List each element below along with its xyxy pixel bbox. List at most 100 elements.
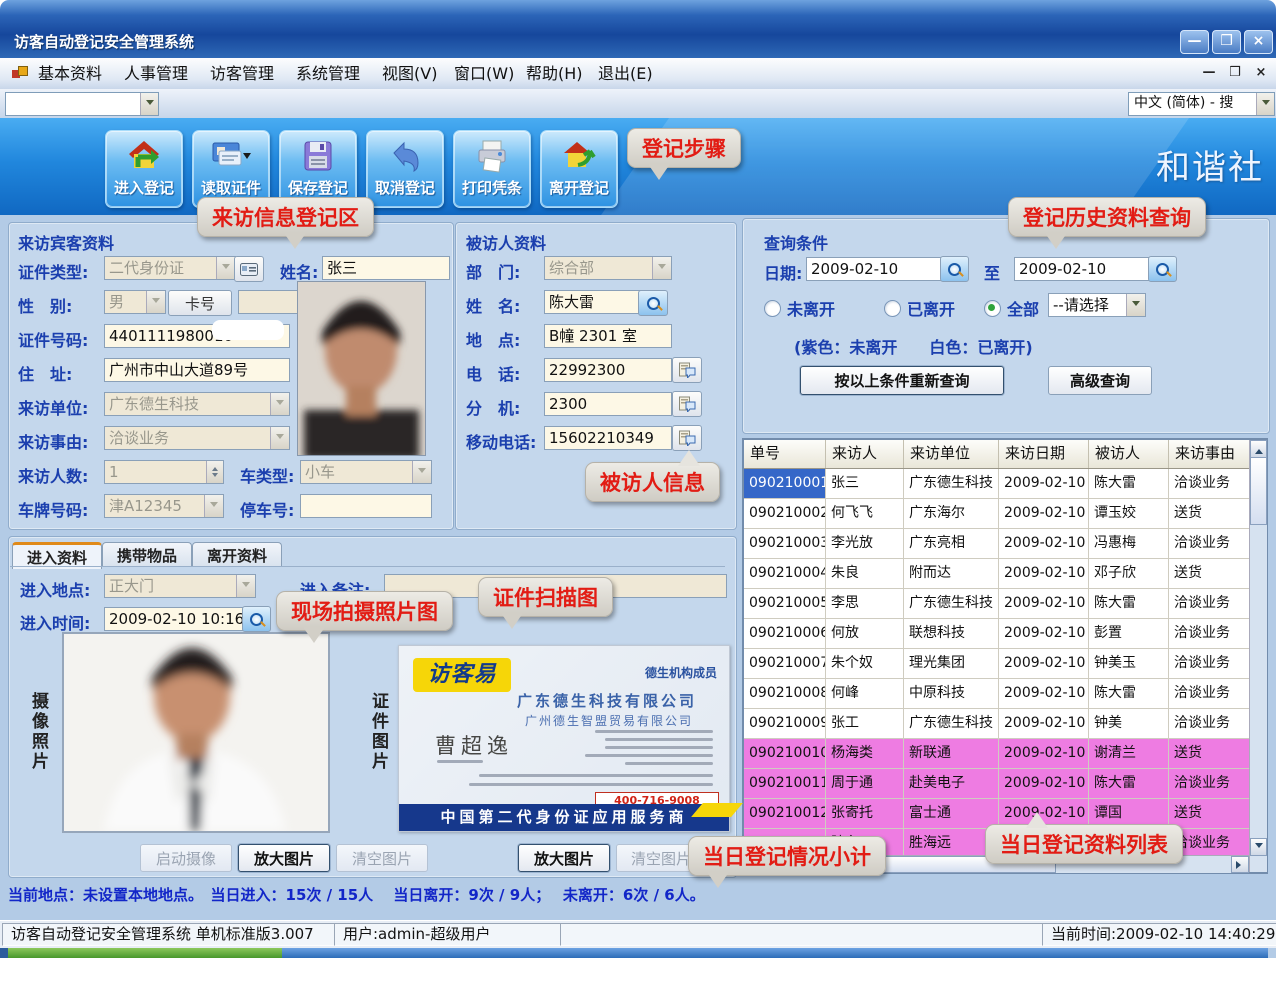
table-header-cell[interactable]: 来访单位 bbox=[904, 440, 999, 468]
table-cell[interactable]: 090210001 bbox=[744, 469, 826, 498]
language-select[interactable]: 中文 (简体) - 搜 bbox=[1128, 92, 1275, 116]
print-ticket-button[interactable]: 打印凭条 bbox=[453, 130, 531, 208]
table-cell[interactable]: 洽谈业务 bbox=[1169, 469, 1253, 498]
table-cell[interactable]: 洽谈业务 bbox=[1169, 589, 1253, 618]
mdi-minimize-button[interactable]: — bbox=[1198, 64, 1220, 83]
parking-field[interactable] bbox=[300, 494, 432, 518]
date-to-field[interactable]: 2009-02-10 bbox=[1014, 257, 1152, 281]
table-cell[interactable]: 2009-02-10 bbox=[999, 499, 1089, 528]
minimize-button[interactable]: — bbox=[1180, 30, 1209, 54]
menu-item-exit[interactable]: 退出(E) bbox=[592, 63, 659, 84]
table-header-cell[interactable]: 来访事由 bbox=[1169, 440, 1253, 468]
cancel-register-button[interactable]: 取消登记 bbox=[366, 130, 444, 208]
table-cell[interactable]: 联想科技 bbox=[904, 619, 999, 648]
table-cell[interactable]: 090210012 bbox=[744, 799, 826, 828]
entry-time-field[interactable]: 2009-02-10 10:16 bbox=[104, 607, 246, 631]
table-cell[interactable]: 新联通 bbox=[904, 739, 999, 768]
table-row[interactable]: 090210010杨海类新联通2009-02-10谢清兰送货 bbox=[744, 739, 1266, 769]
visitor-name-field[interactable]: 张三 bbox=[322, 256, 450, 280]
start-camera-button[interactable]: 启动摄像 bbox=[140, 844, 232, 872]
table-header-cell[interactable]: 被访人 bbox=[1089, 440, 1169, 468]
reason-select[interactable]: 洽谈业务 bbox=[104, 426, 290, 450]
table-cell[interactable]: 陈大雷 bbox=[1089, 589, 1169, 618]
table-row[interactable]: 090210007朱个奴理光集团2009-02-10钟美玉洽谈业务 bbox=[744, 649, 1266, 679]
cert-type-select[interactable]: 二代身份证 bbox=[104, 256, 236, 280]
table-cell[interactable]: 陈大雷 bbox=[1089, 679, 1169, 708]
table-cell[interactable]: 彭置 bbox=[1089, 619, 1169, 648]
table-cell[interactable]: 赴美电子 bbox=[904, 769, 999, 798]
table-cell[interactable]: 送货 bbox=[1169, 799, 1253, 828]
chevron-down-icon[interactable] bbox=[204, 495, 223, 517]
table-cell[interactable]: 2009-02-10 bbox=[999, 709, 1089, 738]
table-cell[interactable]: 钟美玉 bbox=[1089, 649, 1169, 678]
table-cell[interactable]: 2009-02-10 bbox=[999, 589, 1089, 618]
chevron-down-icon[interactable] bbox=[652, 257, 671, 279]
table-header-cell[interactable]: 单号 bbox=[744, 440, 826, 468]
table-cell[interactable]: 090210007 bbox=[744, 649, 826, 678]
table-cell[interactable]: 洽谈业务 bbox=[1169, 649, 1253, 678]
table-cell[interactable]: 冯惠梅 bbox=[1089, 529, 1169, 558]
menu-item-hr[interactable]: 人事管理 bbox=[118, 63, 194, 84]
scroll-right-button[interactable] bbox=[1231, 856, 1249, 873]
table-cell[interactable]: 090210009 bbox=[744, 709, 826, 738]
mdi-close-button[interactable]: × bbox=[1250, 64, 1272, 83]
table-cell[interactable]: 邓子欣 bbox=[1089, 559, 1169, 588]
visitor-count-stepper[interactable]: 1 bbox=[104, 460, 224, 484]
table-cell[interactable]: 2009-02-10 bbox=[999, 739, 1089, 768]
plate-select[interactable]: 津A12345 bbox=[104, 494, 224, 518]
tel-field[interactable]: 22992300 bbox=[544, 358, 672, 382]
entry-time-picker-button[interactable] bbox=[242, 606, 271, 632]
chevron-down-icon[interactable] bbox=[1256, 93, 1274, 115]
clear-photo-button[interactable]: 清空图片 bbox=[336, 844, 428, 872]
card-reader-button[interactable] bbox=[234, 256, 264, 282]
chevron-down-icon[interactable] bbox=[146, 291, 165, 313]
requery-button[interactable]: 按以上条件重新查询 bbox=[800, 366, 1004, 395]
restore-button[interactable]: ❒ bbox=[1212, 30, 1241, 54]
table-cell[interactable]: 2009-02-10 bbox=[999, 529, 1089, 558]
table-cell[interactable]: 杨海类 bbox=[826, 739, 904, 768]
table-cell[interactable]: 洽谈业务 bbox=[1169, 529, 1253, 558]
table-cell[interactable]: 送货 bbox=[1169, 559, 1253, 588]
tab-entry-info[interactable]: 进入资料 bbox=[12, 542, 102, 569]
menu-item-window[interactable]: 窗口(W) bbox=[448, 63, 520, 84]
menu-item-basic[interactable]: 基本资料 bbox=[32, 63, 108, 84]
table-header-cell[interactable]: 来访人 bbox=[826, 440, 904, 468]
table-cell[interactable]: 广东德生科技 bbox=[904, 589, 999, 618]
table-cell[interactable]: 广东德生科技 bbox=[904, 469, 999, 498]
mdi-restore-button[interactable]: ❒ bbox=[1224, 64, 1246, 83]
tab-carried-items[interactable]: 携带物品 bbox=[102, 542, 192, 567]
visited-name-field[interactable]: 陈大雷 bbox=[544, 290, 642, 314]
table-row[interactable]: 090210005李思广东德生科技2009-02-10陈大雷洽谈业务 bbox=[744, 589, 1266, 619]
tab-leave-info[interactable]: 离开资料 bbox=[192, 542, 282, 567]
table-cell[interactable]: 附而达 bbox=[904, 559, 999, 588]
table-cell[interactable]: 广东德生科技 bbox=[904, 709, 999, 738]
table-cell[interactable]: 李思 bbox=[826, 589, 904, 618]
table-cell[interactable]: 中原科技 bbox=[904, 679, 999, 708]
table-cell[interactable]: 090210011 bbox=[744, 769, 826, 798]
table-cell[interactable]: 090210008 bbox=[744, 679, 826, 708]
menu-item-visitor[interactable]: 访客管理 bbox=[204, 63, 280, 84]
table-cell[interactable]: 2009-02-10 bbox=[999, 649, 1089, 678]
table-cell[interactable]: 洽谈业务 bbox=[1169, 769, 1253, 798]
radio-all[interactable]: 全部 bbox=[984, 296, 1039, 320]
table-row[interactable]: 090210003李光放广东亮相2009-02-10冯惠梅洽谈业务 bbox=[744, 529, 1266, 559]
table-cell[interactable]: 理光集团 bbox=[904, 649, 999, 678]
table-row[interactable]: 090210011周于通赴美电子2009-02-10陈大雷洽谈业务 bbox=[744, 769, 1266, 799]
table-row[interactable]: 090210002何飞飞广东海尔2009-02-10谭玉姣送货 bbox=[744, 499, 1266, 529]
table-cell[interactable]: 090210004 bbox=[744, 559, 826, 588]
chevron-down-icon[interactable] bbox=[270, 393, 289, 415]
table-cell[interactable]: 富士通 bbox=[904, 799, 999, 828]
table-cell[interactable]: 广东亮相 bbox=[904, 529, 999, 558]
table-cell[interactable]: 何飞飞 bbox=[826, 499, 904, 528]
chevron-down-icon[interactable] bbox=[412, 461, 431, 483]
table-cell[interactable]: 洽谈业务 bbox=[1169, 709, 1253, 738]
chevron-down-icon[interactable] bbox=[270, 427, 289, 449]
table-cell[interactable]: 朱个奴 bbox=[826, 649, 904, 678]
table-cell[interactable]: 张寄托 bbox=[826, 799, 904, 828]
car-type-select[interactable]: 小车 bbox=[300, 460, 432, 484]
table-cell[interactable]: 广东海尔 bbox=[904, 499, 999, 528]
date-from-picker-button[interactable] bbox=[940, 256, 969, 282]
date-from-field[interactable]: 2009-02-10 bbox=[806, 257, 944, 281]
table-vertical-scrollbar[interactable] bbox=[1249, 440, 1267, 872]
search-person-button[interactable] bbox=[638, 290, 668, 316]
